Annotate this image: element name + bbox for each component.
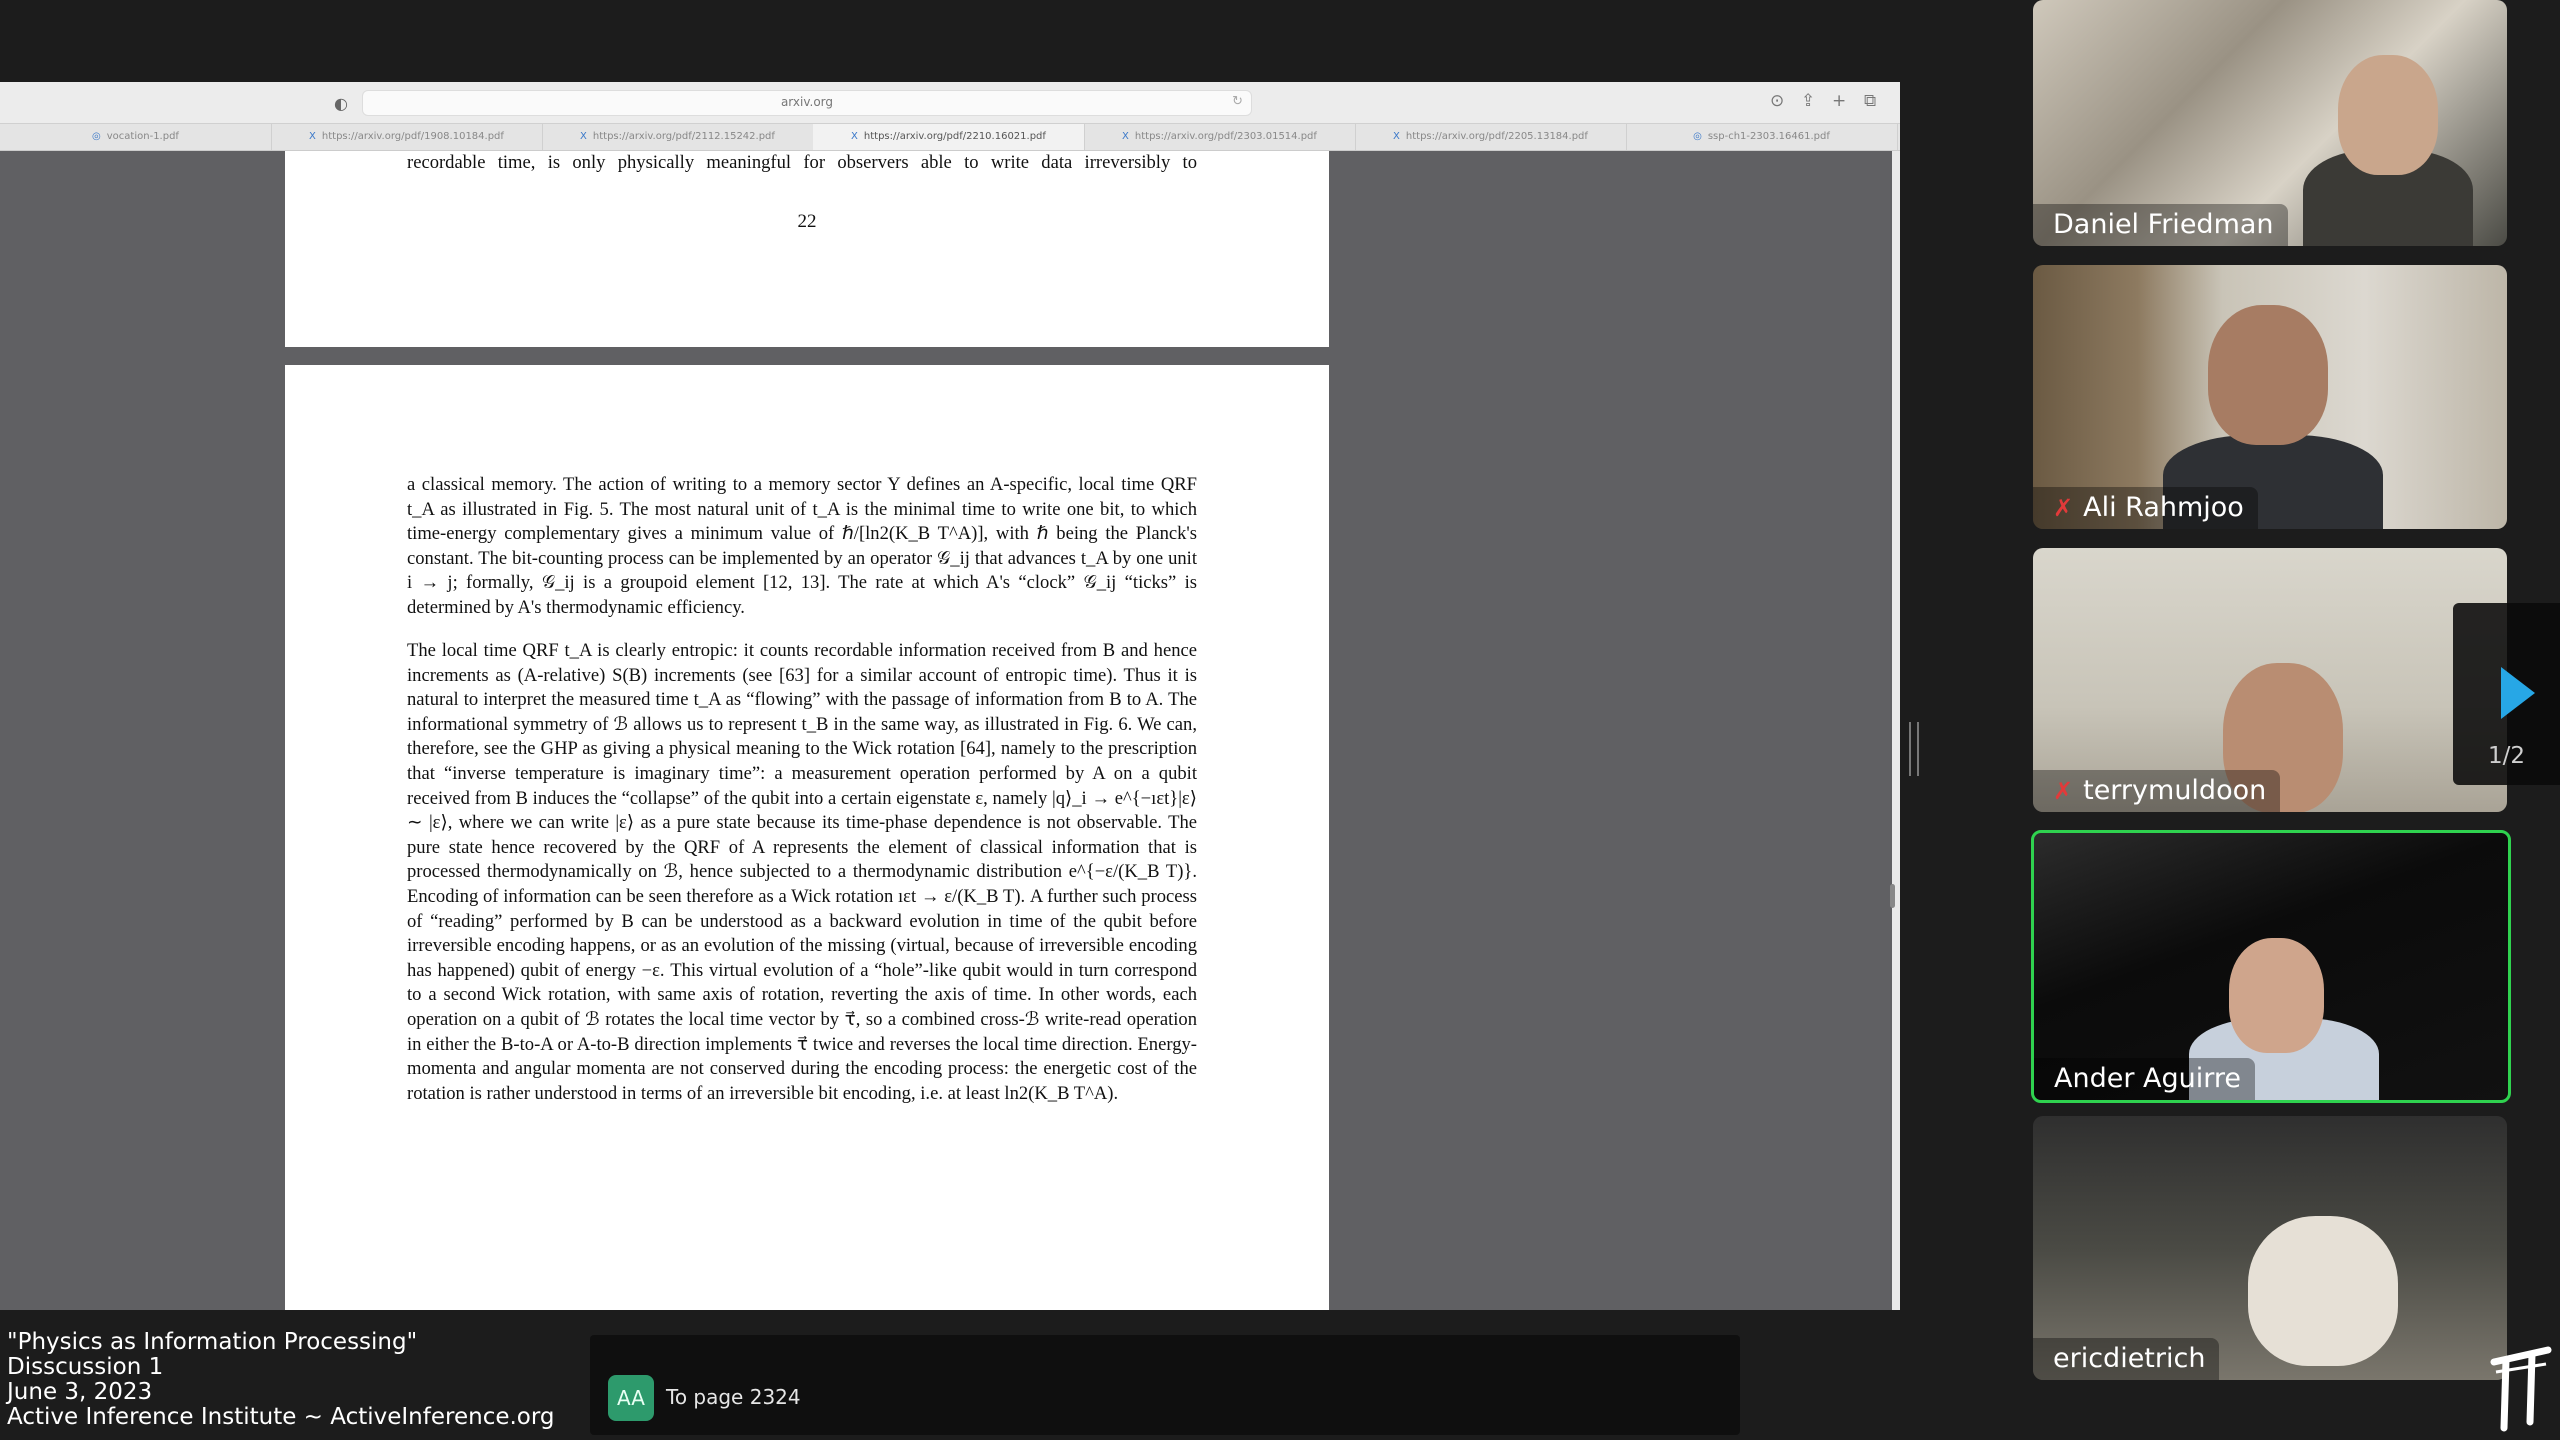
- tab-label: https://arxiv.org/pdf/2303.01514.pdf: [1134, 131, 1317, 142]
- participant-name: ✗ Ali Rahmjoo: [2033, 487, 2258, 529]
- pdf-icon: ◎: [1693, 131, 1702, 142]
- share-icon[interactable]: ⇪: [1801, 91, 1815, 111]
- tab-overview-icon[interactable]: ⧉: [1864, 91, 1876, 111]
- tab-active[interactable]: Xhttps://arxiv.org/pdf/2210.16021.pdf: [813, 124, 1085, 150]
- download-icon[interactable]: ⊙: [1770, 91, 1784, 111]
- tab[interactable]: ◎ vocation-1.pdf: [0, 124, 272, 150]
- stream-caption: "Physics as Information Processing" Diss…: [7, 1330, 555, 1430]
- participant-face: [2208, 305, 2328, 445]
- participant-tile[interactable]: ericdietrich: [2033, 1116, 2507, 1380]
- browser-window: ◐ arxiv.org ↻ ⊙ ⇪ + ⧉ ◎ vocation-1.pdf Xh…: [0, 82, 1900, 1310]
- close-tab-icon[interactable]: X: [1393, 131, 1400, 142]
- participant-tile[interactable]: ✗ terrymuldoon: [2033, 548, 2507, 812]
- panel-resize-handle[interactable]: [1909, 722, 1919, 776]
- muted-mic-icon: ✗: [2053, 777, 2074, 805]
- participant-tile[interactable]: ✗ Ali Rahmjoo: [2033, 265, 2507, 529]
- tab-label: https://arxiv.org/pdf/2205.13184.pdf: [1405, 131, 1588, 142]
- url-text: arxiv.org: [780, 95, 834, 109]
- page-text-line: recordable time, is only physically mean…: [407, 152, 1197, 173]
- paragraph: The local time QRF t_A is clearly entrop…: [407, 640, 1197, 1104]
- active-inference-logo: [2490, 1346, 2552, 1432]
- tab[interactable]: Xhttps://arxiv.org/pdf/2112.15242.pdf: [542, 124, 814, 150]
- participant-face: [2248, 1216, 2398, 1366]
- close-tab-icon[interactable]: X: [580, 131, 587, 142]
- page-number: 22: [797, 211, 817, 232]
- caption-subtitle: Disscussion 1: [7, 1354, 164, 1380]
- reload-icon[interactable]: ↻: [1232, 94, 1243, 109]
- shield-icon[interactable]: ◐: [334, 94, 348, 113]
- participant-name: ericdietrich: [2033, 1338, 2220, 1380]
- participant-face: [2229, 938, 2324, 1053]
- muted-mic-icon: ✗: [2053, 494, 2074, 522]
- caption-title: "Physics as Information Processing": [7, 1329, 418, 1355]
- browser-toolbar: ◐ arxiv.org ↻ ⊙ ⇪ + ⧉: [0, 82, 1900, 124]
- tab-label: https://arxiv.org/pdf/2210.16021.pdf: [863, 131, 1046, 142]
- tab-label: https://arxiv.org/pdf/1908.10184.pdf: [321, 131, 504, 142]
- pdf-viewport[interactable]: recordable time, is only physically mean…: [0, 151, 1892, 1310]
- tab[interactable]: Xhttps://arxiv.org/pdf/1908.10184.pdf: [271, 124, 543, 150]
- participant-face: [2338, 55, 2438, 175]
- participant-name: ✗ terrymuldoon: [2033, 770, 2281, 812]
- tab-strip: ◎ vocation-1.pdf Xhttps://arxiv.org/pdf/1…: [0, 124, 1900, 151]
- caption-date: June 3, 2023: [7, 1379, 153, 1405]
- participant-tile-active-speaker[interactable]: Ander Aguirre: [2031, 830, 2511, 1103]
- close-tab-icon[interactable]: X: [851, 131, 858, 142]
- participant-name: Ander Aguirre: [2034, 1058, 2255, 1100]
- address-bar[interactable]: arxiv.org ↻: [362, 90, 1252, 116]
- pdf-page-22: recordable time, is only physically mean…: [285, 151, 1329, 347]
- close-tab-icon[interactable]: X: [1122, 131, 1129, 142]
- tab[interactable]: ◎ ssp-ch1-2303.16461.pdf: [1626, 124, 1898, 150]
- chat-message: To page 2324: [666, 1385, 801, 1409]
- gallery-pager[interactable]: 1/2: [2453, 603, 2560, 785]
- chat-overlay: AA To page 2324: [590, 1335, 1740, 1435]
- close-tab-icon[interactable]: X: [309, 131, 316, 142]
- participant-name: Daniel Friedman: [2033, 204, 2288, 246]
- next-page-arrow-icon[interactable]: [2501, 667, 2535, 719]
- scrollbar-track[interactable]: [1892, 151, 1900, 1310]
- tab-label: ssp-ch1-2303.16461.pdf: [1707, 131, 1830, 142]
- tab[interactable]: Xhttps://arxiv.org/pdf/2303.01514.pdf: [1084, 124, 1356, 150]
- pdf-icon: ◎: [92, 131, 101, 142]
- tab-label: vocation-1.pdf: [106, 131, 179, 142]
- scrollbar-thumb[interactable]: [1890, 884, 1895, 908]
- pdf-page-23: a classical memory. The action of writin…: [285, 365, 1329, 1310]
- participant-tile[interactable]: Daniel Friedman: [2033, 0, 2507, 246]
- tab-label: https://arxiv.org/pdf/2112.15242.pdf: [592, 131, 775, 142]
- paragraph: a classical memory. The action of writin…: [407, 474, 1197, 618]
- tab[interactable]: Xhttps://arxiv.org/pdf/2205.13184.pdf: [1355, 124, 1627, 150]
- new-tab-icon[interactable]: +: [1832, 91, 1846, 111]
- page-counter: 1/2: [2487, 743, 2525, 769]
- avatar: AA: [608, 1375, 654, 1421]
- caption-org: Active Inference Institute ~ ActiveInfer…: [7, 1404, 555, 1430]
